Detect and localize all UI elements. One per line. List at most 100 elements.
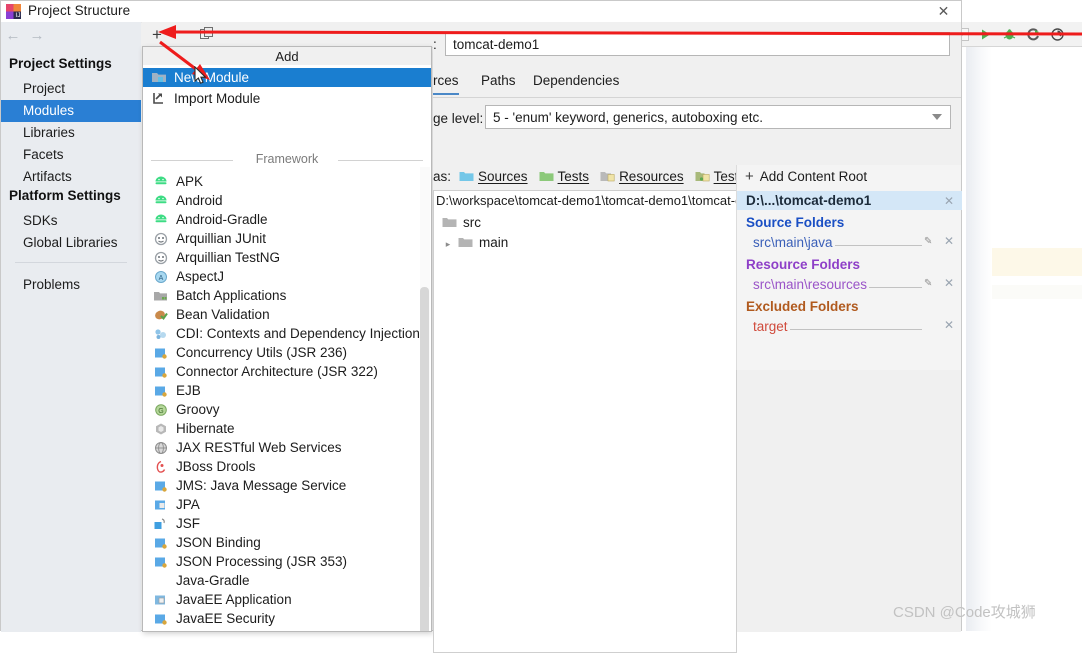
sidebar-item-modules[interactable]: Modules [1, 100, 141, 122]
resource-folders-header: Resource Folders [746, 257, 861, 272]
framework-item-json-processing[interactable]: JSON Processing (JSR 353) [143, 552, 431, 571]
sidebar-item-project[interactable]: Project [1, 78, 141, 100]
framework-item-javaee-security[interactable]: JavaEE Security [143, 609, 431, 628]
framework-item-apk[interactable]: APK [143, 172, 431, 191]
framework-item-jsf[interactable]: JSF [143, 514, 431, 533]
popup-scrollbar-track[interactable] [420, 167, 430, 631]
add-module-button[interactable]: + [147, 24, 167, 44]
bean-icon [153, 308, 169, 322]
framework-label: Arquillian JUnit [176, 231, 267, 246]
framework-item-arquillian-junit[interactable]: Arquillian JUnit [143, 229, 431, 248]
excluded-folder-path: target [753, 318, 790, 334]
jpa-icon [153, 498, 169, 512]
framework-item-java-gradle[interactable]: Java-Gradle [143, 571, 431, 590]
coverage-icon[interactable] [1026, 27, 1041, 42]
framework-item-jax-restful[interactable]: JAX RESTful Web Services [143, 438, 431, 457]
framework-label: JavaEE Application [176, 592, 292, 607]
copy-icon[interactable] [199, 26, 215, 42]
javaee-icon [153, 384, 169, 398]
sidebar-item-artifacts[interactable]: Artifacts [1, 166, 141, 188]
back-arrow-icon[interactable]: ← [4, 26, 22, 44]
framework-item-android-gradle[interactable]: Android-Gradle [143, 210, 431, 229]
language-level-select[interactable]: 5 - 'enum' keyword, generics, autoboxing… [485, 105, 951, 129]
framework-item-jboss-drools[interactable]: JBoss Drools [143, 457, 431, 476]
close-icon[interactable]: ✕ [944, 318, 954, 332]
content-root-item[interactable]: D:\...\tomcat-demo1 ✕ [737, 191, 962, 210]
close-icon[interactable]: ✕ [944, 276, 954, 290]
framework-label: Groovy [176, 402, 220, 417]
popup-scrollbar-thumb[interactable] [420, 287, 429, 631]
mark-as-sources-button[interactable]: Sources [459, 169, 528, 184]
tab-paths[interactable]: Paths [481, 73, 516, 93]
framework-item-jpa[interactable]: JPA [143, 495, 431, 514]
menu-item-new-module[interactable]: New Module [143, 68, 431, 87]
sidebar-item-global-libraries[interactable]: Global Libraries [1, 232, 141, 254]
tree-node-src[interactable]: src [442, 215, 481, 230]
framework-item-aspectj[interactable]: A AspectJ [143, 267, 431, 286]
mark-as-label: as: [433, 168, 452, 184]
run-icon[interactable] [978, 27, 993, 42]
framework-item-javaee-application[interactable]: JavaEE Application [143, 590, 431, 609]
framework-label: JBoss Drools [176, 459, 256, 474]
close-icon[interactable]: ✕ [926, 1, 961, 22]
mark-as-tests-button[interactable]: Tests [539, 169, 589, 184]
module-name-input[interactable] [445, 32, 950, 56]
debug-icon[interactable] [1002, 27, 1017, 42]
javaee-icon [153, 536, 169, 550]
close-icon[interactable]: ✕ [944, 234, 954, 248]
menu-item-label: Import Module [174, 91, 261, 106]
framework-item-arquillian-testng[interactable]: Arquillian TestNG [143, 248, 431, 267]
sidebar-item-problems[interactable]: Problems [1, 274, 141, 296]
close-icon[interactable]: ✕ [944, 194, 954, 208]
sources-folder-icon [459, 170, 474, 183]
resource-folder-entry[interactable]: src\main\resources ✎ ✕ [737, 275, 962, 293]
drools-icon [153, 460, 169, 474]
framework-item-android[interactable]: Android [143, 191, 431, 210]
framework-item-ejb[interactable]: EJB [143, 381, 431, 400]
module-settings-panel: : rces Paths Dependencies ge level: 5 - … [433, 22, 962, 653]
edit-pencil-icon[interactable]: ✎ [924, 236, 936, 248]
tree-node-main[interactable]: main [458, 235, 508, 250]
javaee-icon [153, 612, 169, 626]
excluded-folders-header: Excluded Folders [746, 299, 859, 314]
resource-folder-path: src\main\resources [753, 276, 870, 292]
import-module-icon [151, 91, 168, 106]
tab-dependencies[interactable]: Dependencies [533, 73, 619, 93]
framework-item-kotlin[interactable]: Kotlin [143, 628, 431, 631]
plus-icon: + [745, 168, 754, 185]
sidebar-item-libraries[interactable]: Libraries [1, 122, 141, 144]
framework-label: Connector Architecture (JSR 322) [176, 364, 378, 379]
watermark: CSDN @Code攻城狮 [893, 604, 1036, 621]
framework-item-hibernate[interactable]: Hibernate [143, 419, 431, 438]
framework-item-json-binding[interactable]: JSON Binding [143, 533, 431, 552]
module-icon [151, 70, 168, 85]
profile-icon[interactable] [1050, 27, 1065, 42]
framework-item-batch-applications[interactable]: Batch Applications [143, 286, 431, 305]
sidebar-item-sdks[interactable]: SDKs [1, 210, 141, 232]
excluded-folder-entry[interactable]: target ✕ [737, 317, 962, 335]
add-content-root-label: Add Content Root [759, 169, 868, 184]
framework-item-cdi[interactable]: CDI: Contexts and Dependency Injection [143, 324, 431, 343]
source-folder-entry[interactable]: src\main\java ✎ ✕ [737, 233, 962, 251]
tree-node-label: main [479, 235, 509, 250]
framework-item-groovy[interactable]: G Groovy [143, 400, 431, 419]
tree-twisty-main[interactable]: ▸ [443, 239, 453, 249]
framework-item-concurrency-utils[interactable]: Concurrency Utils (JSR 236) [143, 343, 431, 362]
mark-as-resources-button[interactable]: Resources [600, 169, 684, 184]
edit-pencil-icon[interactable]: ✎ [924, 278, 936, 290]
batch-icon [153, 289, 169, 303]
framework-item-connector-architecture[interactable]: Connector Architecture (JSR 322) [143, 362, 431, 381]
arquillian-icon [153, 232, 169, 246]
chevron-down-icon[interactable] [932, 114, 942, 120]
framework-label: JAX RESTful Web Services [176, 440, 342, 455]
framework-label: Android [176, 193, 223, 208]
sidebar-divider [15, 262, 127, 263]
framework-item-jms[interactable]: JMS: Java Message Service [143, 476, 431, 495]
framework-item-bean-validation[interactable]: Bean Validation [143, 305, 431, 324]
forward-arrow-icon[interactable]: → [28, 26, 46, 44]
sidebar-item-facets[interactable]: Facets [1, 144, 141, 166]
tab-sources[interactable]: rces [433, 73, 459, 95]
add-content-root-button[interactable]: + Add Content Root [745, 169, 867, 184]
menu-item-label: New Module [174, 70, 250, 85]
menu-item-import-module[interactable]: Import Module [143, 89, 431, 108]
